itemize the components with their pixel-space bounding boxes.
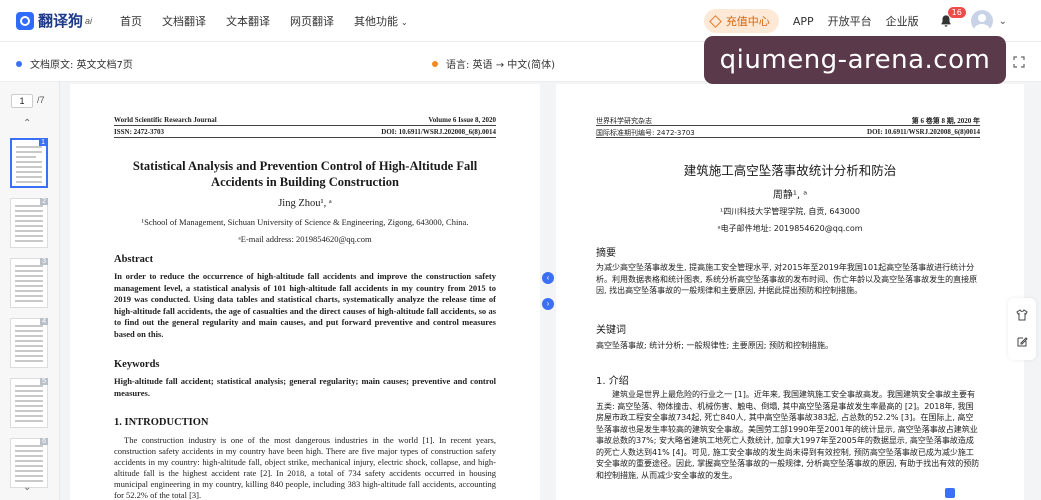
thumb-page-number: 3 xyxy=(40,258,48,265)
page-number-input[interactable]: 1 xyxy=(11,94,33,108)
page-thumbnail[interactable]: 5 xyxy=(10,378,48,428)
nav-app[interactable]: APP xyxy=(793,15,814,28)
thumb-page-number: 6 xyxy=(40,438,48,445)
header-rule xyxy=(114,137,496,138)
intro-text: 建筑业是世界上最危险的行业之一 [1]。近年来, 我国建筑施工安全事故高发。我国… xyxy=(596,390,980,480)
page-thumbnail[interactable]: 3 xyxy=(10,258,48,308)
header-rule xyxy=(596,125,980,126)
diamond-icon xyxy=(708,14,722,28)
abstract-heading: 摘要 xyxy=(596,248,616,259)
nav-doc-translate[interactable]: 文档翻译 xyxy=(162,13,206,29)
original-document-pane: World Scientific Research Journal Volume… xyxy=(70,84,540,500)
recharge-button[interactable]: 充值中心 xyxy=(703,9,779,33)
issn: ISSN: 2472-3703 xyxy=(114,128,164,136)
page-thumbnail[interactable]: 4 xyxy=(10,318,48,368)
nav-more-label: 其他功能 xyxy=(354,14,398,28)
language-label: 语言: 英语 → 中文(简体) xyxy=(446,60,556,71)
thumb-page-number: 2 xyxy=(40,198,48,205)
keywords-heading: Keywords xyxy=(114,359,160,370)
sync-scroll-icon[interactable]: ‹ xyxy=(542,272,554,284)
intro-heading: 1. 介绍 xyxy=(596,376,629,387)
abstract-heading: Abstract xyxy=(114,254,154,265)
nav-text-translate[interactable]: 文本翻译 xyxy=(226,13,270,29)
logo-icon xyxy=(16,11,34,30)
volume-info: Volume 6 Issue 8, 2020 xyxy=(428,116,496,124)
notification-button[interactable]: 16 xyxy=(939,7,966,31)
chevron-down-icon[interactable]: ⌄ xyxy=(999,16,1007,27)
keywords-text: 高空坠落事故; 统计分析; 一般规律性; 主要原因; 预防和控制措施。 xyxy=(596,341,833,350)
keywords-heading: 关键词 xyxy=(596,325,626,336)
nav-web-translate[interactable]: 网页翻译 xyxy=(290,13,334,29)
header-rule xyxy=(114,125,496,126)
thumb-page-number: 4 xyxy=(40,318,48,325)
logo-sub: ai xyxy=(85,15,93,26)
sync-scroll-icon[interactable]: › xyxy=(542,298,554,310)
translated-document-pane: 世界科学研究杂志 第 6 卷第 8 期, 2020 年 国际标准期刊编号: 24… xyxy=(556,84,1024,500)
paper-author: 周静¹, ᵃ xyxy=(772,190,808,201)
language-info[interactable]: 语言: 英语 → 中文(简体) xyxy=(432,56,555,71)
chevron-down-icon[interactable]: ⌄ xyxy=(23,482,31,493)
source-dot-icon xyxy=(16,60,22,67)
recharge-label: 充值中心 xyxy=(725,15,770,28)
chevron-down-icon: ⌄ xyxy=(401,17,408,27)
fullscreen-icon[interactable] xyxy=(1013,56,1025,68)
paper-email: ᵃ电子邮件地址: 2019854620@qq.com xyxy=(717,224,863,233)
abstract-text: 为减少高空坠落事故发生, 提高施工安全管理水平, 对2015年至2019年我国1… xyxy=(596,263,978,295)
logo[interactable]: 翻译狗 ai xyxy=(16,10,108,31)
paper-title: Statistical Analysis and Prevention Cont… xyxy=(132,159,478,189)
side-tools xyxy=(1008,298,1036,360)
paper-email: ᵃE-mail address: 2019854620@qq.com xyxy=(238,234,372,244)
abstract-text: In order to reduce the occurrence of hig… xyxy=(114,271,496,339)
page-thumbnail[interactable]: 2 xyxy=(10,198,48,248)
nav-enterprise[interactable]: 企业版 xyxy=(886,13,919,29)
journal-name: World Scientific Research Journal xyxy=(114,116,217,124)
edit-icon[interactable] xyxy=(1016,336,1028,348)
notification-badge: 16 xyxy=(947,7,966,18)
mini-logo-icon xyxy=(945,488,955,498)
thumb-page-number: 5 xyxy=(40,378,48,385)
intro-text: The construction industry is one of the … xyxy=(114,435,496,500)
nav-open-platform[interactable]: 开放平台 xyxy=(828,13,872,29)
shirt-icon[interactable] xyxy=(1016,309,1028,321)
page-thumbnail[interactable]: 1 xyxy=(10,138,48,188)
source-info: 文档原文: 英文文档7页 xyxy=(16,56,133,71)
lang-dot-icon xyxy=(432,60,438,67)
watermark: qiumeng-arena.com xyxy=(704,36,1006,84)
doi: DOI: 10.6911/WSRJ.202008_6(8).0014 xyxy=(381,128,496,136)
intro-heading: 1. INTRODUCTION xyxy=(114,417,209,428)
logo-text: 翻译狗 xyxy=(38,12,84,30)
doi: DOI: 10.6911/WSRJ.202008_6(8)0014 xyxy=(867,128,980,136)
chevron-up-icon[interactable]: ⌃ xyxy=(23,118,31,129)
page-thumbnail[interactable]: 6 xyxy=(10,438,48,488)
paper-affiliation: ¹四川科技大学管理学院, 自贡, 643000 xyxy=(720,207,860,216)
paper-author: Jing Zhou¹, ᵃ xyxy=(278,198,332,209)
keywords-text: High-altitude fall accident; statistical… xyxy=(114,376,496,398)
header-rule xyxy=(596,137,980,138)
paper-title: 建筑施工高空坠落事故统计分析和防治 xyxy=(683,163,897,178)
avatar[interactable] xyxy=(970,10,993,32)
source-label: 文档原文: 英文文档7页 xyxy=(30,60,133,71)
thumbnail-sidebar: 1 /7 ⌃ 1 2 3 4 5 6 ⌄ xyxy=(0,82,60,500)
nav-home[interactable]: 首页 xyxy=(120,13,142,29)
paper-affiliation: ¹School of Management, Sichuan Universit… xyxy=(141,217,469,227)
nav-more[interactable]: 其他功能 ⌄ xyxy=(354,13,408,29)
page-total: /7 xyxy=(37,95,45,105)
thumb-page-number: 1 xyxy=(39,139,47,146)
